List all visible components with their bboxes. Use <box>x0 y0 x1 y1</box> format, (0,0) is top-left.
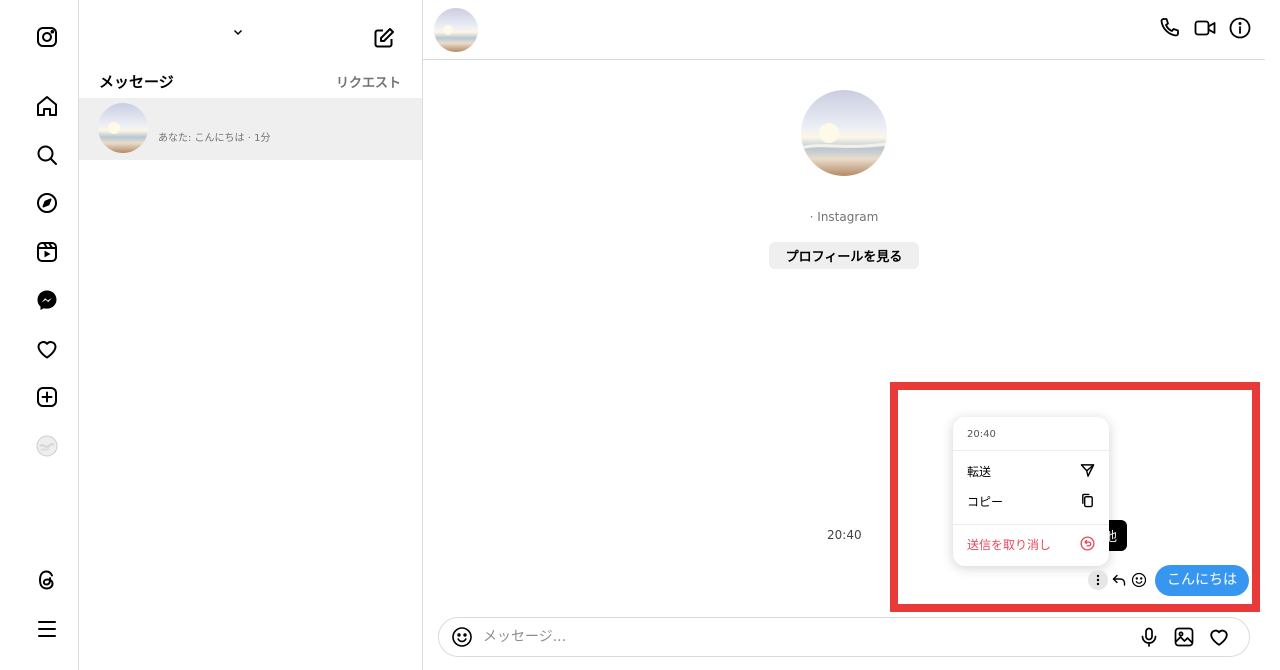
reels-icon[interactable] <box>35 240 59 264</box>
emoji-icon[interactable] <box>451 626 473 648</box>
inbox-panel: メッセージ リクエスト あなた: こんにちは · 1分 <box>79 0 423 670</box>
heart-icon[interactable] <box>1208 626 1230 648</box>
messenger-icon[interactable] <box>35 288 59 312</box>
menu-divider <box>953 450 1109 451</box>
nav-rail <box>0 0 79 670</box>
create-icon[interactable] <box>35 385 59 409</box>
thread-item[interactable]: あなた: こんにちは · 1分 <box>79 98 422 160</box>
unsend-icon <box>1080 536 1095 551</box>
reply-icon[interactable] <box>1111 572 1127 588</box>
send-icon <box>1080 463 1095 478</box>
unsend-menu-item[interactable]: 送信を取り消し <box>953 531 1109 557</box>
tab-messages[interactable]: メッセージ <box>99 71 174 92</box>
search-icon[interactable] <box>35 143 59 167</box>
thread-avatar <box>98 103 148 153</box>
instagram-logo-icon[interactable] <box>35 25 59 49</box>
tab-requests[interactable]: リクエスト <box>336 72 401 91</box>
video-icon[interactable] <box>1193 16 1217 40</box>
message-bubble[interactable]: こんにちは <box>1155 565 1249 596</box>
heart-icon[interactable] <box>35 337 59 361</box>
forward-label: 転送 <box>967 465 992 479</box>
view-profile-button[interactable]: プロフィールを見る <box>769 242 919 269</box>
unsend-label: 送信を取り消し <box>967 538 1052 552</box>
image-icon[interactable] <box>1173 626 1195 648</box>
message-composer <box>438 617 1250 657</box>
copy-menu-item[interactable]: コピー <box>953 488 1109 514</box>
microphone-icon[interactable] <box>1138 626 1160 648</box>
chat-header <box>423 0 1265 60</box>
contact-avatar[interactable] <box>434 8 478 52</box>
thread-preview: あなた: こんにちは · 1分 <box>158 133 271 144</box>
account-switcher[interactable] <box>79 22 389 40</box>
menu-timestamp: 20:40 <box>967 429 996 440</box>
chevron-down-icon <box>232 26 244 38</box>
inbox-tabs: メッセージ リクエスト <box>99 71 401 91</box>
contact-subline: · Instagram <box>809 210 879 224</box>
message-input[interactable] <box>483 624 1123 650</box>
contact-profile-avatar <box>801 90 887 176</box>
phone-icon[interactable] <box>1157 16 1181 40</box>
copy-icon <box>1080 493 1095 508</box>
message-context-menu: 20:40 転送 コピー 送信を取り消し <box>953 417 1109 566</box>
message-timestamp: 20:40 <box>827 528 862 542</box>
home-icon[interactable] <box>35 94 59 118</box>
threads-icon[interactable] <box>35 568 59 592</box>
react-emoji-icon[interactable] <box>1131 572 1147 588</box>
menu-icon[interactable] <box>35 617 59 641</box>
explore-icon[interactable] <box>35 191 59 215</box>
menu-divider <box>953 524 1109 525</box>
profile-avatar-icon[interactable] <box>35 434 59 458</box>
more-options-icon[interactable] <box>1088 570 1108 590</box>
copy-label: コピー <box>967 495 1004 509</box>
compose-icon[interactable] <box>372 26 396 50</box>
forward-menu-item[interactable]: 転送 <box>953 458 1109 484</box>
info-icon[interactable] <box>1228 16 1252 40</box>
